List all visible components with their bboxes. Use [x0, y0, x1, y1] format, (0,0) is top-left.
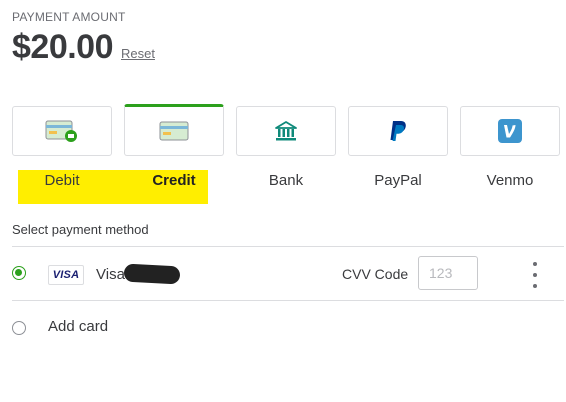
- credit-card-icon: [159, 120, 189, 142]
- method-card-credit[interactable]: [124, 104, 224, 156]
- payment-amount-label: PAYMENT AMOUNT: [12, 10, 126, 24]
- method-card-venmo[interactable]: [460, 106, 560, 156]
- bank-icon: [274, 119, 298, 143]
- paypal-icon: [388, 120, 408, 142]
- add-card-option[interactable]: Add card: [48, 318, 108, 335]
- cvv-label: CVV Code: [342, 266, 409, 282]
- method-card-debit[interactable]: [12, 106, 112, 156]
- saved-card-radio[interactable]: [12, 266, 26, 280]
- redaction-mark: [123, 263, 181, 285]
- more-options-icon[interactable]: [528, 262, 542, 288]
- cvv-input[interactable]: [418, 256, 478, 290]
- method-label-venmo: Venmo: [486, 172, 534, 189]
- payment-amount-row: $20.00 Reset: [12, 28, 155, 67]
- saved-card-name: Visa: [96, 266, 125, 283]
- reset-link[interactable]: Reset: [121, 46, 155, 61]
- divider: [12, 300, 564, 301]
- add-card-radio[interactable]: [12, 321, 26, 335]
- method-card-paypal[interactable]: [348, 106, 448, 156]
- venmo-icon: [498, 119, 522, 143]
- select-payment-method-label: Select payment method: [12, 222, 149, 237]
- method-label-paypal: PayPal: [374, 172, 422, 189]
- visa-badge-text: VISA: [52, 269, 80, 281]
- method-label-debit: Debit: [44, 172, 80, 189]
- method-label-credit: Credit: [152, 172, 196, 189]
- payment-amount-value: $20.00: [12, 28, 114, 66]
- debit-card-icon: [45, 119, 79, 143]
- visa-brand-badge: VISA: [48, 265, 84, 285]
- divider: [12, 246, 564, 247]
- method-label-bank: Bank: [268, 172, 304, 189]
- method-card-bank[interactable]: [236, 106, 336, 156]
